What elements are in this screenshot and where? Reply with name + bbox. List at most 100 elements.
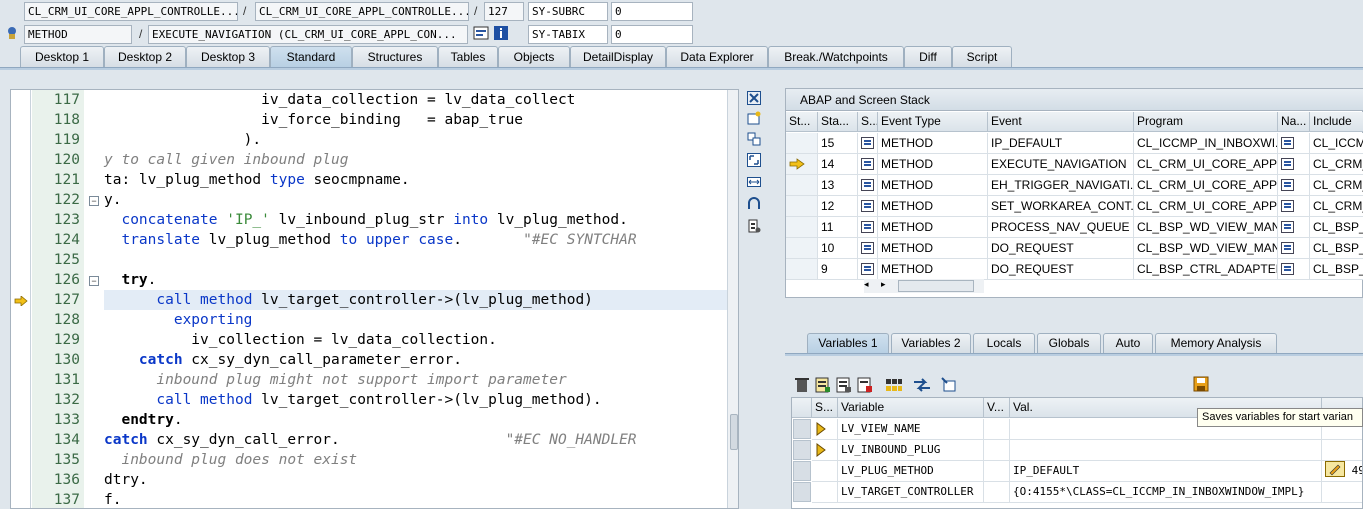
- source-display-icon[interactable]: [473, 25, 489, 41]
- stack-column-header[interactable]: S...: [858, 112, 878, 132]
- code-line[interactable]: 129 iv_collection = lv_data_collection.: [11, 330, 727, 350]
- stack-column-header[interactable]: Sta...: [818, 112, 858, 132]
- sysvar-value-field-2[interactable]: 0: [611, 25, 693, 44]
- tab-structures[interactable]: Structures: [352, 46, 438, 68]
- row-selector[interactable]: [793, 482, 811, 502]
- save-variables-icon[interactable]: [1193, 376, 1209, 392]
- stack-column-header[interactable]: Event Type: [878, 112, 988, 132]
- scroll-left-icon[interactable]: ◂: [864, 279, 869, 290]
- navigate-icon[interactable]: [1281, 179, 1294, 191]
- row-selector[interactable]: [793, 440, 811, 460]
- event-field[interactable]: EXECUTE_NAVIGATION (CL_CRM_UI_CORE_APPL_…: [148, 25, 468, 44]
- code-line[interactable]: 127 call method lv_target_controller->(l…: [11, 290, 727, 310]
- stack-column-header[interactable]: Include: [1310, 112, 1363, 132]
- navigate-icon[interactable]: [1281, 242, 1294, 254]
- code-line[interactable]: 120 y to call given inbound plug: [11, 150, 727, 170]
- tab-script[interactable]: Script: [952, 46, 1012, 68]
- variable-value-cell[interactable]: IP_DEFAULT: [1010, 461, 1322, 482]
- save-layout-icon[interactable]: [857, 377, 873, 393]
- resize-icon[interactable]: [745, 175, 763, 193]
- navigate-icon[interactable]: [1281, 137, 1294, 149]
- line-number-field[interactable]: 127: [484, 2, 524, 21]
- hierarchy-icon[interactable]: [885, 377, 903, 393]
- tab-memory-analysis[interactable]: Memory Analysis: [1155, 333, 1277, 354]
- variable-column-header[interactable]: S...: [812, 398, 838, 418]
- open-object-icon[interactable]: [941, 377, 957, 393]
- navigate-icon[interactable]: [1281, 200, 1294, 212]
- tab-data-explorer[interactable]: Data Explorer: [666, 46, 768, 68]
- tab-variables-1[interactable]: Variables 1: [807, 333, 889, 354]
- code-line[interactable]: 134 catch cx_sy_dyn_call_error. "#EC NO_H…: [11, 430, 727, 450]
- stack-nav-cell[interactable]: [1278, 238, 1310, 259]
- program-field-2[interactable]: CL_CRM_UI_CORE_APPL_CONTROLLE...: [255, 2, 469, 21]
- code-line[interactable]: 135 inbound plug does not exist: [11, 450, 727, 470]
- row-selector[interactable]: [793, 461, 811, 481]
- tab-globals[interactable]: Globals: [1037, 333, 1101, 354]
- code-line[interactable]: 123 concatenate 'IP_' lv_inbound_plug_st…: [11, 210, 727, 230]
- variable-name-cell[interactable]: LV_INBOUND_PLUG: [838, 440, 984, 461]
- source-code-editor[interactable]: − − 117 iv_data_collection = lv_data_col…: [10, 89, 739, 509]
- sysvar-value-field-1[interactable]: 0: [611, 2, 693, 21]
- tab-desktop-1[interactable]: Desktop 1: [20, 46, 104, 68]
- code-line[interactable]: 124 translate lv_plug_method to upper ca…: [11, 230, 727, 250]
- tab-variables-2[interactable]: Variables 2: [891, 333, 971, 354]
- navigate-icon[interactable]: [1281, 158, 1294, 170]
- code-line[interactable]: 133 endtry.: [11, 410, 727, 430]
- settings-tool-icon[interactable]: [745, 219, 763, 237]
- variable-column-header[interactable]: [792, 398, 812, 418]
- tab-standard[interactable]: Standard: [270, 46, 352, 68]
- editor-vertical-scrollbar[interactable]: [727, 90, 738, 508]
- variable-name-cell[interactable]: LV_VIEW_NAME: [838, 419, 984, 440]
- load-icon[interactable]: [836, 377, 852, 393]
- variable-name-cell[interactable]: LV_PLUG_METHOD: [838, 461, 984, 482]
- event-type-field[interactable]: METHOD: [24, 25, 132, 44]
- code-line[interactable]: 128 exporting: [11, 310, 727, 330]
- stack-column-header[interactable]: Event: [988, 112, 1134, 132]
- navigate-icon[interactable]: [1281, 263, 1294, 275]
- variable-value-cell[interactable]: [1010, 440, 1322, 461]
- tab-desktop-3[interactable]: Desktop 3: [186, 46, 270, 68]
- stack-nav-cell[interactable]: [1278, 133, 1310, 154]
- sysvar-name-field-1[interactable]: SY-SUBRC: [528, 2, 608, 21]
- tab-locals[interactable]: Locals: [973, 333, 1035, 354]
- stack-nav-cell[interactable]: [1278, 154, 1310, 175]
- variable-column-header[interactable]: V...: [984, 398, 1010, 418]
- tab-tables[interactable]: Tables: [438, 46, 498, 68]
- code-line[interactable]: 121 ta: lv_plug_method type seocmpname.: [11, 170, 727, 190]
- tab-diff[interactable]: Diff: [904, 46, 952, 68]
- stack-nav-cell[interactable]: [1278, 196, 1310, 217]
- code-line[interactable]: 119 ).: [11, 130, 727, 150]
- insert-row-icon[interactable]: [815, 377, 831, 393]
- info-icon[interactable]: [493, 25, 509, 41]
- tab-breakpoints[interactable]: Break./Watchpoints: [768, 46, 904, 68]
- scrollbar-thumb[interactable]: [730, 414, 738, 450]
- code-line[interactable]: 137 f.: [11, 490, 727, 508]
- close-pane-icon[interactable]: [745, 91, 763, 109]
- sysvar-name-field-2[interactable]: SY-TABIX: [528, 25, 608, 44]
- variable-column-header[interactable]: Variable: [838, 398, 984, 418]
- code-line[interactable]: 131 inbound plug might not support impor…: [11, 370, 727, 390]
- stack-nav-cell[interactable]: [1278, 217, 1310, 238]
- variable-value-cell[interactable]: {O:4155*\CLASS=CL_ICCMP_IN_INBOXWINDOW_I…: [1010, 482, 1322, 503]
- services-icon[interactable]: [745, 197, 763, 215]
- code-line[interactable]: 117 iv_data_collection = lv_data_collect: [11, 90, 727, 110]
- code-line[interactable]: 130 catch cx_sy_dyn_call_parameter_error…: [11, 350, 727, 370]
- stack-horizontal-scrollbar[interactable]: ◂ ▸: [864, 279, 984, 293]
- code-line[interactable]: 136 dtry.: [11, 470, 727, 490]
- stack-column-header[interactable]: Na...: [1278, 112, 1310, 132]
- maximize-icon[interactable]: [745, 153, 763, 171]
- code-line[interactable]: 125: [11, 250, 727, 270]
- stack-column-header[interactable]: St...: [786, 112, 818, 132]
- variable-name-cell[interactable]: LV_TARGET_CONTROLLER: [838, 482, 984, 503]
- row-selector[interactable]: [793, 419, 811, 439]
- scroll-right-icon[interactable]: ▸: [881, 279, 886, 290]
- stack-nav-cell[interactable]: [1278, 175, 1310, 196]
- tab-detaildisplay[interactable]: DetailDisplay: [570, 46, 666, 68]
- code-line[interactable]: 132 call method lv_target_controller->(l…: [11, 390, 727, 410]
- tab-auto[interactable]: Auto: [1103, 333, 1153, 354]
- edit-value-icon[interactable]: [1325, 461, 1345, 477]
- transfer-icon[interactable]: [913, 377, 931, 393]
- stack-column-header[interactable]: Program: [1134, 112, 1278, 132]
- tab-objects[interactable]: Objects: [498, 46, 570, 68]
- program-field-1[interactable]: CL_CRM_UI_CORE_APPL_CONTROLLE...: [24, 2, 238, 21]
